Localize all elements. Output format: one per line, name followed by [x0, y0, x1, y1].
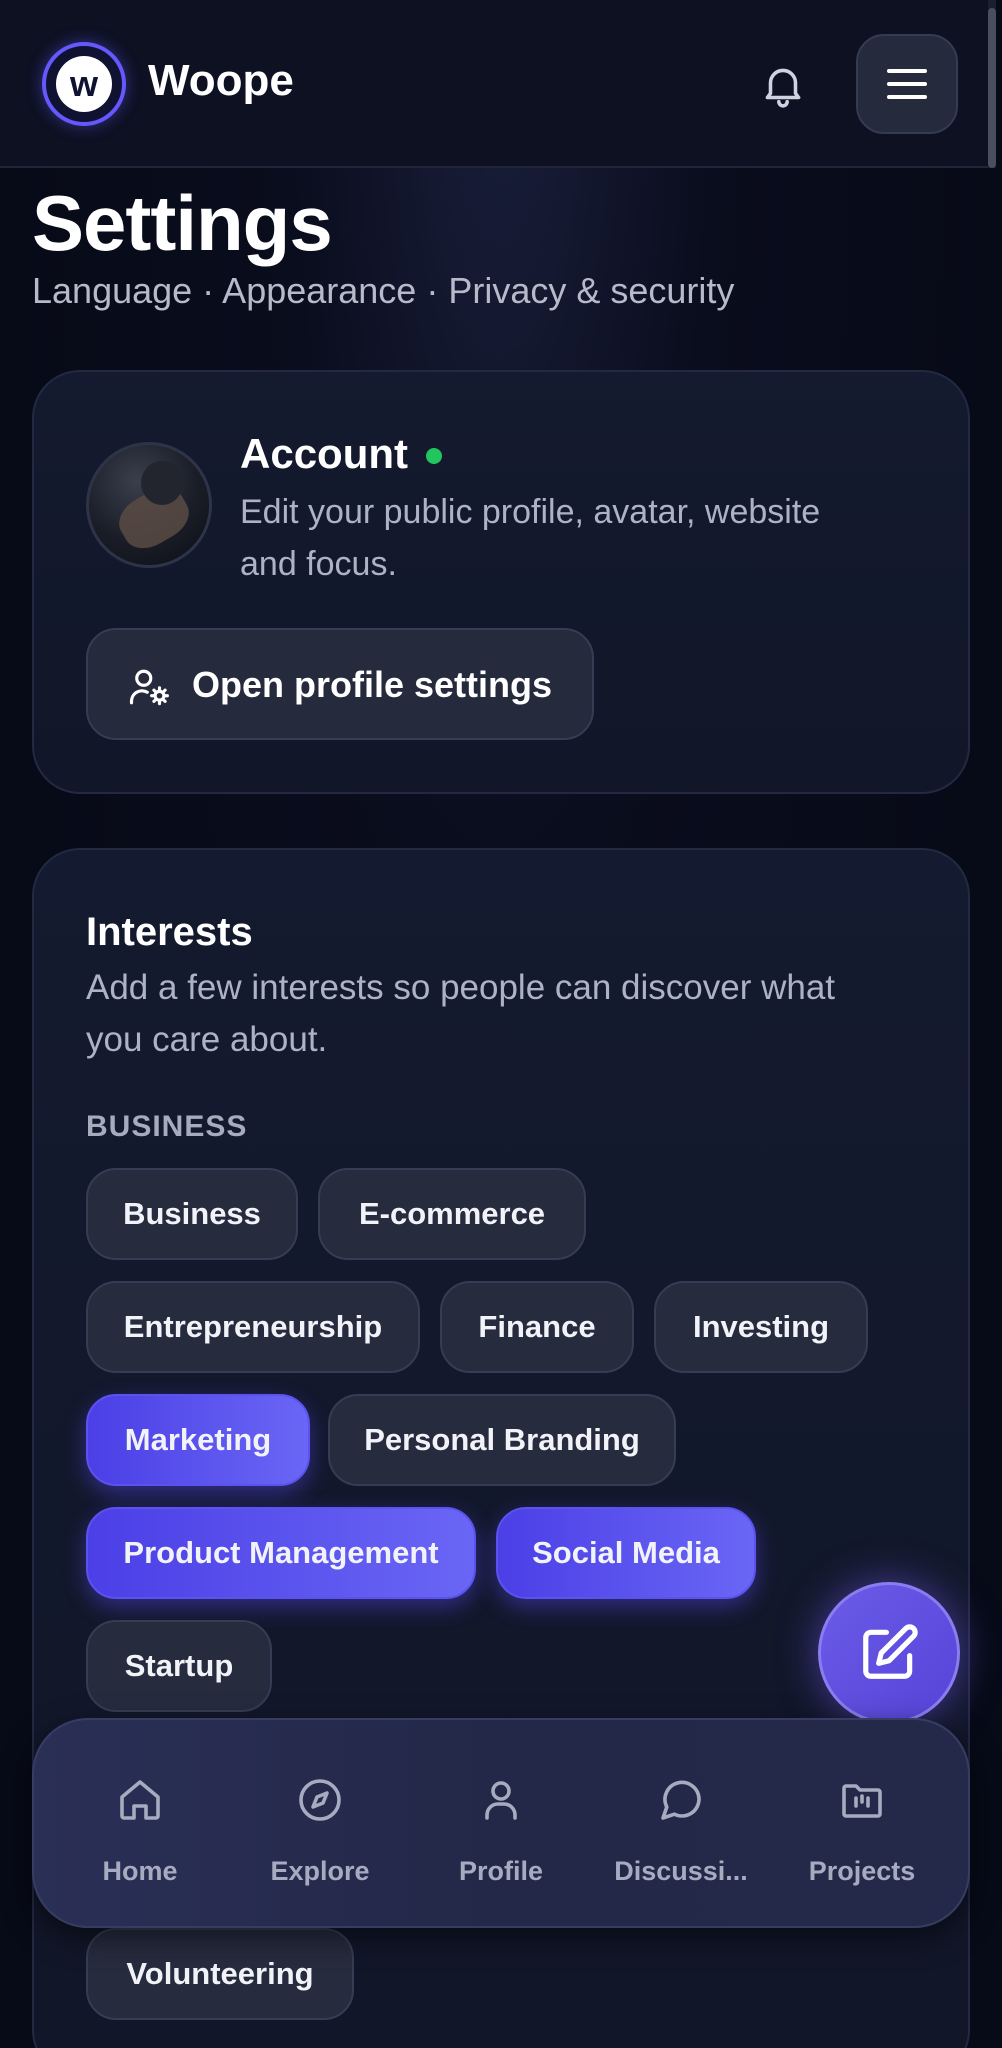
interest-chip-e-commerce[interactable]: E-commerce	[318, 1168, 586, 1260]
compose-fab-button[interactable]	[818, 1582, 960, 1724]
top-bar: w Woope	[0, 0, 994, 168]
bottom-navigation: Home Explore Profile Discussi... Project…	[32, 1718, 970, 1928]
nav-label-explore: Explore	[270, 1856, 370, 1886]
settings-page: w Woope Settings Language · Appearance ·…	[0, 0, 1002, 2048]
nav-item-explore[interactable]: Explore	[230, 1720, 410, 1930]
interests-section-label: BUSINESS	[86, 1110, 248, 1143]
folder-icon	[842, 1784, 882, 1818]
interest-chip-finance[interactable]: Finance	[440, 1281, 634, 1373]
open-profile-settings-button[interactable]: Open profile settings	[86, 628, 594, 740]
hamburger-menu-icon	[887, 69, 927, 99]
interest-chip-volunteering[interactable]: Volunteering	[86, 1928, 354, 2020]
bell-icon[interactable]	[758, 60, 808, 110]
open-profile-settings-label: Open profile settings	[192, 664, 553, 705]
account-title: Account	[240, 430, 408, 477]
interests-title: Interests	[86, 910, 253, 954]
nav-label-profile: Profile	[458, 1856, 544, 1886]
nav-item-home[interactable]: Home	[50, 1720, 230, 1930]
interest-chip-entrepreneurship[interactable]: Entrepreneurship	[86, 1281, 420, 1373]
logo-letter: w	[56, 56, 112, 112]
nav-label-home: Home	[102, 1856, 178, 1886]
page-title: Settings	[32, 179, 333, 267]
user-settings-icon	[129, 669, 169, 706]
page-subtitle: Language · Appearance · Privacy & securi…	[32, 270, 735, 311]
nav-label-projects: Projects	[808, 1856, 916, 1886]
interest-chip-startup[interactable]: Startup	[86, 1620, 272, 1712]
app-logo[interactable]: w	[42, 42, 126, 126]
interest-chip-personal-branding[interactable]: Personal Branding	[328, 1394, 676, 1486]
nav-item-projects[interactable]: Projects	[772, 1720, 952, 1930]
interests-description: Add a few interests so people can discov…	[86, 968, 836, 1059]
user-icon	[485, 1781, 517, 1820]
nav-item-discussions[interactable]: Discussi...	[591, 1720, 771, 1930]
avatar[interactable]	[86, 442, 212, 568]
interest-chip-product-management[interactable]: Product Management	[86, 1507, 476, 1599]
interest-chip-investing[interactable]: Investing	[654, 1281, 868, 1373]
online-status-dot	[426, 448, 442, 464]
brand-name: Woope	[148, 56, 294, 105]
home-icon	[120, 1780, 160, 1820]
compass-icon	[299, 1779, 341, 1821]
nav-label-discussions: Discussi...	[614, 1856, 748, 1886]
scrollbar-thumb[interactable]	[988, 8, 996, 168]
menu-button[interactable]	[856, 34, 958, 134]
account-description: Edit your public profile, avatar, websit…	[240, 493, 821, 583]
chat-icon	[661, 1780, 701, 1820]
nav-item-profile[interactable]: Profile	[411, 1720, 591, 1930]
interest-chip-social-media[interactable]: Social Media	[496, 1507, 756, 1599]
account-card: Account Edit your public profile, avatar…	[32, 370, 970, 794]
interest-chip-marketing[interactable]: Marketing	[86, 1394, 310, 1486]
interest-chip-business[interactable]: Business	[86, 1168, 298, 1260]
edit-icon	[863, 1624, 918, 1679]
